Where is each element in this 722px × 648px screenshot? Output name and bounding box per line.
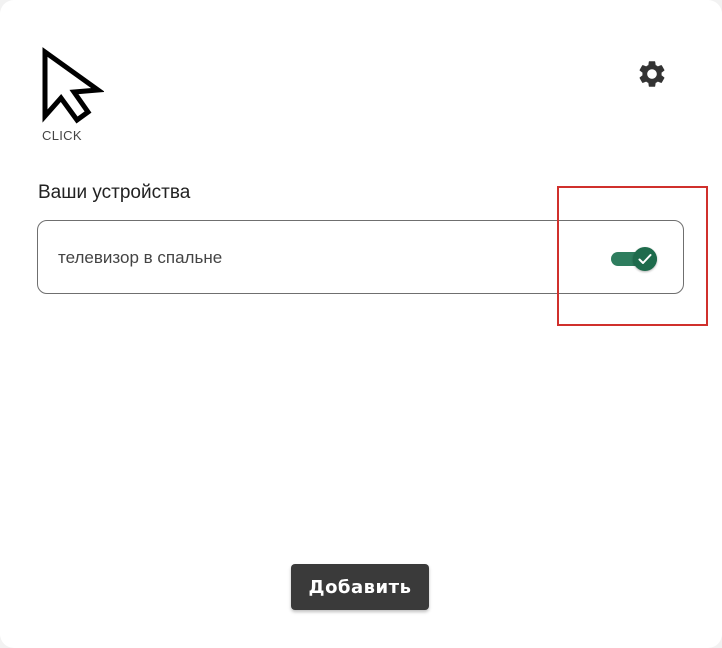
settings-button[interactable]	[636, 58, 668, 90]
toggle-thumb	[633, 247, 657, 271]
cursor-arrow-icon	[42, 47, 104, 124]
logo-text: CLICK	[42, 128, 82, 143]
add-button[interactable]: Добавить	[291, 564, 429, 610]
device-toggle[interactable]	[611, 247, 659, 271]
main-card: CLICK Ваши устройства телевизор в спальн…	[0, 0, 722, 648]
app-logo: CLICK	[40, 46, 104, 146]
device-name: телевизор в спальне	[58, 248, 223, 267]
devices-section-title: Ваши устройства	[38, 182, 191, 203]
device-item: телевизор в спальне	[37, 220, 684, 294]
checkmark-icon	[638, 254, 652, 264]
gear-icon	[639, 61, 665, 87]
